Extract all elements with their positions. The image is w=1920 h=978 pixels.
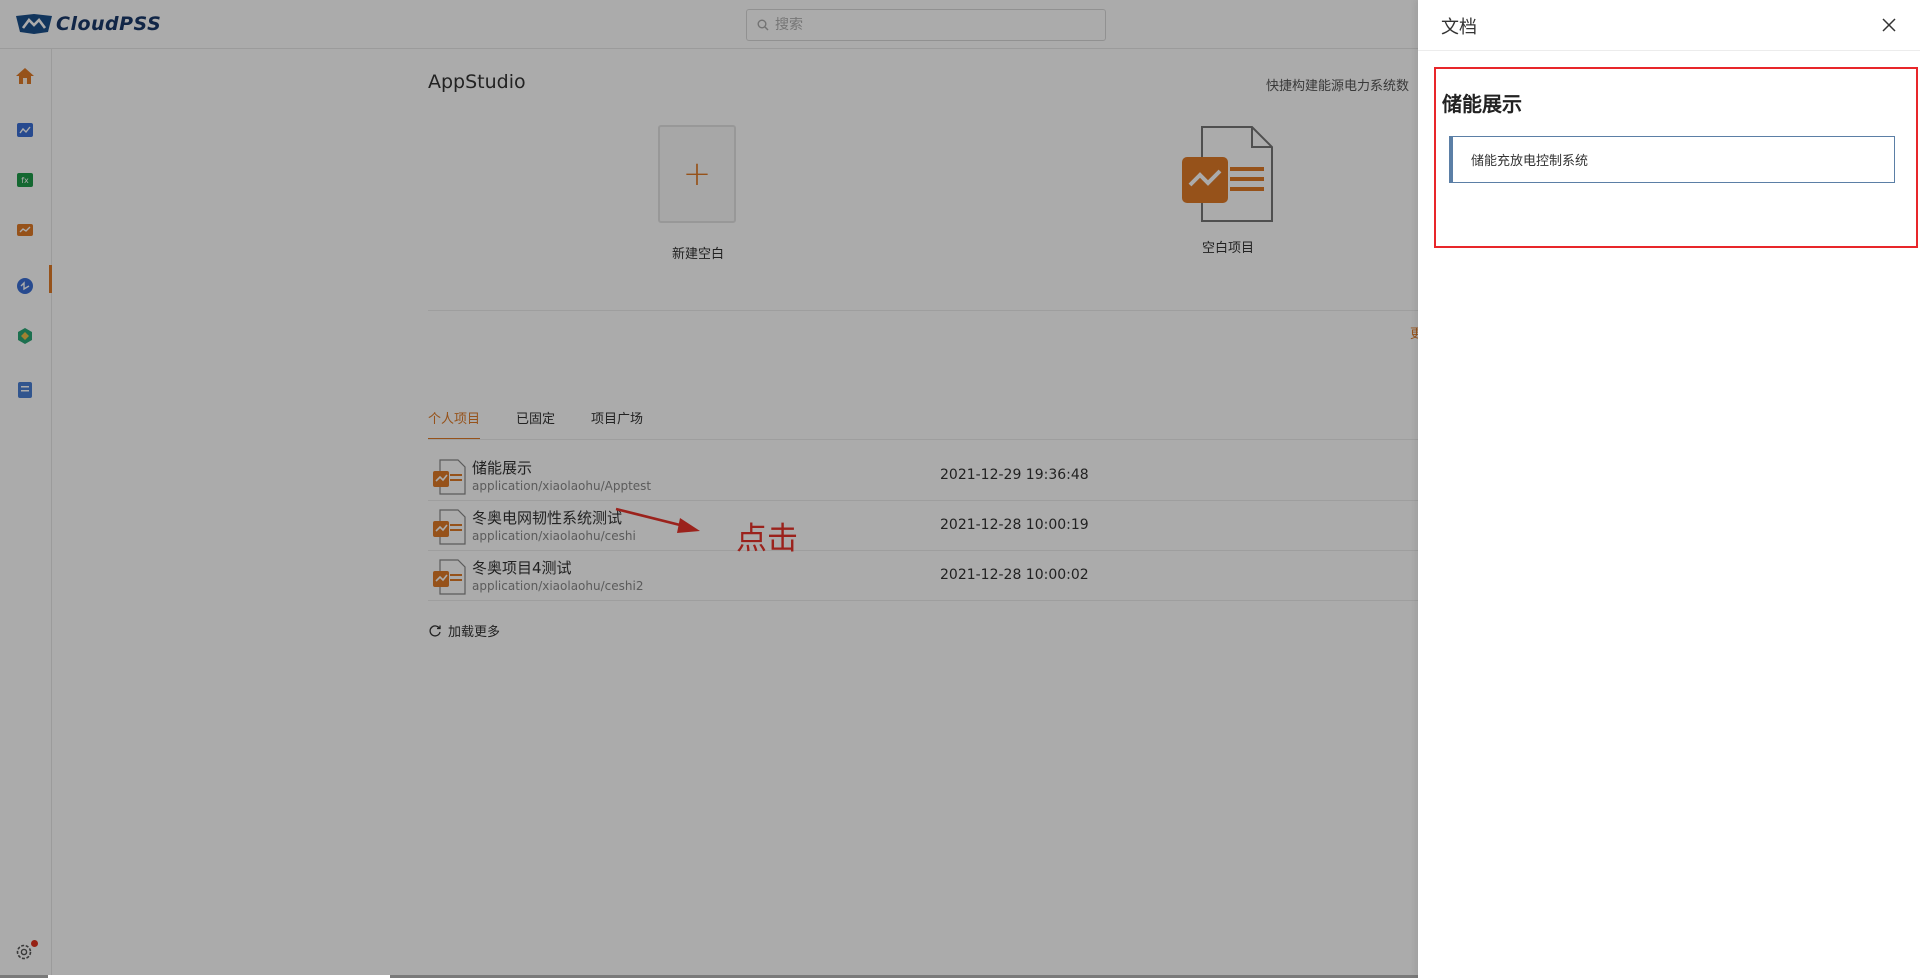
- document-drawer: 文档 储能展示 储能充放电控制系统: [1418, 0, 1920, 978]
- modal-overlay[interactable]: [0, 0, 1418, 978]
- doc-section-title: 储能展示: [1442, 92, 1522, 116]
- drawer-title: 文档: [1441, 17, 1477, 38]
- doc-list-item[interactable]: 储能充放电控制系统: [1449, 136, 1895, 183]
- close-icon[interactable]: [1880, 16, 1898, 34]
- drawer-header: 文档: [1418, 0, 1920, 51]
